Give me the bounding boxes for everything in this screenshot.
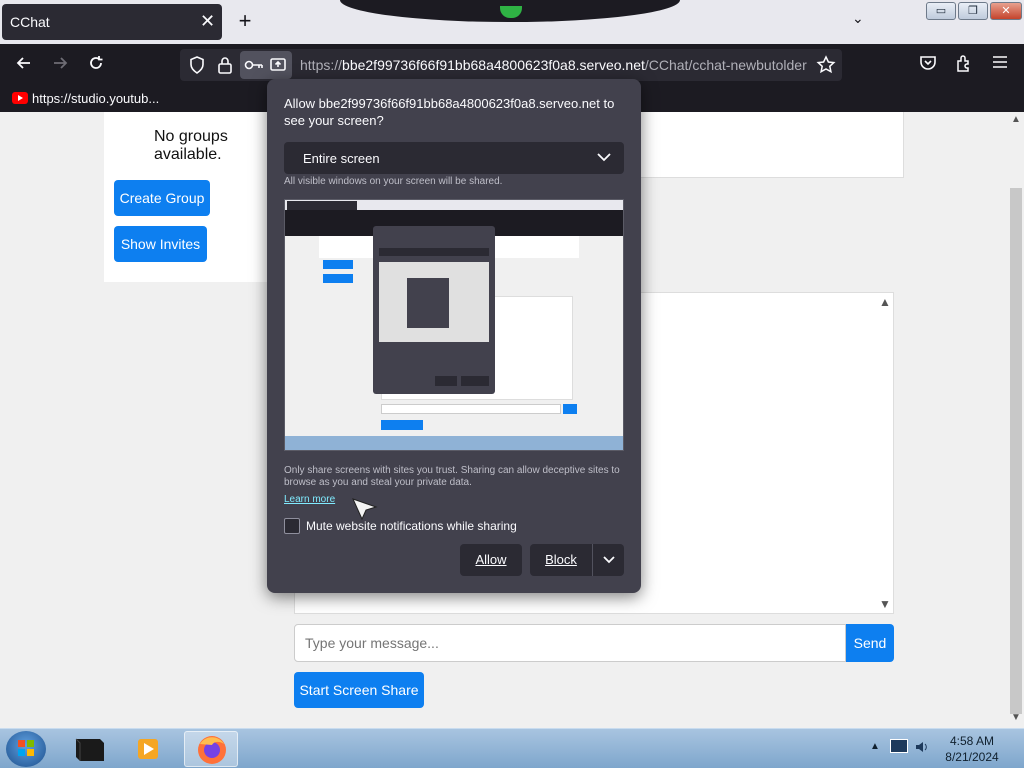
url-host: bbe2f99736f66f91bb68a4800623f0a8.serveo.… [342, 57, 645, 73]
forward-icon[interactable] [48, 53, 72, 77]
tray-clock[interactable]: 4:58 AM 8/21/2024 [936, 733, 1008, 765]
url-path: /CChat/cchat-newbutolder [644, 57, 807, 73]
reload-icon[interactable] [84, 53, 108, 77]
no-groups-text: No groups available. [154, 128, 228, 163]
scroll-up-icon[interactable]: ▲ [1011, 114, 1021, 125]
start-screen-share-button[interactable]: Start Screen Share [294, 672, 424, 708]
extensions-icon[interactable] [952, 53, 976, 77]
pocket-icon[interactable] [916, 53, 940, 77]
windows-taskbar: ▲ 4:58 AM 8/21/2024 [0, 728, 1024, 768]
window-close-button[interactable]: ✕ [990, 2, 1022, 20]
clock-date: 8/21/2024 [945, 750, 999, 764]
message-input[interactable] [294, 624, 846, 662]
create-group-button[interactable]: Create Group [114, 180, 210, 216]
preview-allow [435, 376, 457, 386]
url-prefix: https:// [300, 57, 343, 73]
firefox-icon [198, 736, 226, 764]
dialog-title: Allow bbe2f99736f66f91bb68a4800623f0a8.s… [284, 96, 615, 128]
preview-button-1 [323, 260, 353, 269]
menu-icon[interactable] [988, 53, 1012, 77]
share-warning-text: Only share screens with sites you trust.… [284, 465, 620, 488]
scrollbar-thumb[interactable] [1010, 188, 1022, 714]
url-text[interactable]: https://bbe2f99736f66f91bb68a4800623f0a8… [300, 57, 810, 73]
learn-more-link[interactable]: Learn more [284, 494, 335, 505]
chevron-down-icon [596, 146, 612, 173]
screen-share-icon[interactable] [269, 56, 287, 79]
chat-scroll-up-icon[interactable]: ▲ [879, 295, 891, 309]
block-button[interactable]: Block [530, 544, 592, 576]
taskbar-terminal-app[interactable] [66, 731, 114, 767]
youtube-icon [12, 92, 28, 104]
new-tab-button[interactable]: + [232, 8, 258, 34]
top-right-panel [604, 112, 904, 178]
chat-scroll-down-icon[interactable]: ▼ [879, 597, 891, 611]
bookmark-youtube-studio[interactable]: https://studio.youtub... [32, 91, 159, 106]
preview-taskbar [285, 436, 623, 450]
permissions-box[interactable] [240, 51, 292, 79]
tray-expand-icon[interactable]: ▲ [870, 741, 880, 752]
preview-tab [287, 201, 357, 210]
taskbar-media-player[interactable] [124, 731, 172, 767]
preview-dialog-select [379, 248, 489, 256]
preview-send [563, 404, 577, 414]
share-source-hint: All visible windows on your screen will … [284, 176, 503, 187]
preview-block [461, 376, 489, 386]
back-icon[interactable] [12, 53, 36, 77]
volume-icon[interactable] [914, 739, 930, 760]
send-button[interactable]: Send [846, 624, 894, 662]
minimize-button[interactable]: ▭ [926, 2, 956, 20]
tab-bar: CChat ✕ + ⌄ ▭ ❐ ✕ [0, 0, 1024, 44]
preview-input [381, 404, 561, 414]
network-icon[interactable] [890, 739, 908, 753]
lock-icon[interactable] [216, 55, 234, 80]
screen-preview [284, 199, 624, 451]
preview-nested-dialog [407, 278, 449, 328]
bookmark-star-icon[interactable] [816, 55, 836, 80]
share-source-select[interactable]: Entire screen [284, 142, 624, 174]
chevron-down-icon [602, 556, 615, 564]
taskbar-firefox[interactable] [184, 731, 238, 767]
preview-navbar [285, 210, 623, 226]
windows-logo-icon [18, 740, 34, 756]
key-icon[interactable] [244, 56, 264, 79]
list-tabs-icon[interactable]: ⌄ [852, 10, 864, 27]
start-button[interactable] [6, 731, 46, 767]
tab-cchat[interactable]: CChat ✕ [2, 4, 222, 40]
url-bar[interactable]: https://bbe2f99736f66f91bb68a4800623f0a8… [180, 49, 842, 81]
preview-share [381, 420, 423, 430]
mute-notifications-label[interactable]: Mute website notifications while sharing [306, 519, 517, 533]
preview-button-2 [323, 274, 353, 283]
terminal-app-icon [75, 738, 104, 761]
mute-notifications-checkbox[interactable] [284, 518, 300, 534]
tab-close-icon[interactable]: ✕ [200, 11, 215, 32]
page-scrollbar[interactable]: ▲ ▼ [1008, 112, 1024, 728]
scroll-down-icon[interactable]: ▼ [1011, 712, 1021, 723]
tab-title: CChat [10, 14, 50, 30]
show-invites-button[interactable]: Show Invites [114, 226, 207, 262]
restore-button[interactable]: ❐ [958, 2, 988, 20]
clock-time: 4:58 AM [949, 734, 995, 748]
media-player-icon [138, 739, 158, 759]
mouse-cursor [352, 497, 378, 526]
block-options-button[interactable] [592, 544, 624, 576]
allow-button[interactable]: Allow [460, 544, 522, 576]
shield-icon[interactable] [187, 55, 207, 80]
share-source-value: Entire screen [303, 151, 380, 166]
screen-share-permission-dialog: Allow bbe2f99736f66f91bb68a4800623f0a8.s… [267, 79, 641, 593]
